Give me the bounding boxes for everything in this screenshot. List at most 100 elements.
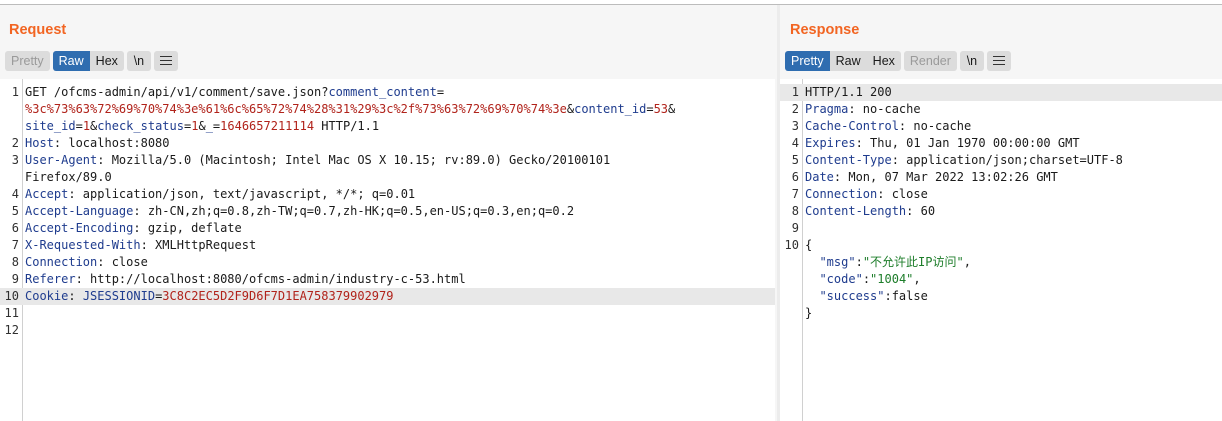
line-text: Expires: Thu, 01 Jan 1970 00:00:00 GMT bbox=[805, 135, 1080, 152]
line-number: 8 bbox=[791, 204, 799, 218]
line-number: 1 bbox=[11, 85, 19, 99]
token-key: "code" bbox=[819, 272, 863, 286]
line-text: Content-Type: application/json;charset=U… bbox=[805, 152, 1123, 169]
code-line: 10 Cookie: JSESSIONID=3C8C2EC5D2F9D6F7D1E… bbox=[0, 288, 775, 305]
line-number: 12 bbox=[4, 323, 19, 337]
line-text: %3c%73%63%72%69%70%74%3e%61%6c%65%72%74%… bbox=[25, 101, 675, 118]
token-text: : close bbox=[97, 255, 148, 269]
code-line: 10 { bbox=[780, 237, 1222, 254]
code-line: "msg":"不允许此IP访问", bbox=[780, 254, 1222, 271]
token-string: "1004" bbox=[870, 272, 914, 286]
line-text: "msg":"不允许此IP访问", bbox=[805, 254, 971, 271]
code-line: 7 X-Requested-With: XMLHttpRequest bbox=[0, 237, 775, 254]
code-line: "code":"1004", bbox=[780, 271, 1222, 288]
request-menu-button[interactable] bbox=[153, 51, 178, 71]
code-line: 1 GET /ofcms-admin/api/v1/comment/save.js… bbox=[0, 84, 775, 101]
line-number: 9 bbox=[791, 221, 799, 235]
line-text: Accept-Encoding: gzip, deflate bbox=[25, 220, 242, 237]
token-text: : application/json, text/javascript, */*… bbox=[68, 187, 416, 201]
line-text: Connection: close bbox=[805, 186, 928, 203]
code-line: 12 bbox=[0, 322, 775, 339]
line-text: Pragma: no-cache bbox=[805, 101, 921, 118]
code-line: 2 Host: localhost:8080 bbox=[0, 135, 775, 152]
line-text: HTTP/1.1 200 bbox=[805, 84, 892, 101]
code-line: 2 Pragma: no-cache bbox=[780, 101, 1222, 118]
code-line: 5 Accept-Language: zh-CN,zh;q=0.8,zh-TW;q… bbox=[0, 203, 775, 220]
token-text: = bbox=[646, 102, 654, 116]
line-number: 7 bbox=[11, 238, 19, 252]
request-raw-button[interactable]: Raw bbox=[52, 51, 90, 71]
token-key: "success" bbox=[819, 289, 885, 303]
line-number: 1 bbox=[791, 85, 799, 99]
response-menu-button[interactable] bbox=[986, 51, 1011, 71]
code-line: Firefox/89.0 bbox=[0, 169, 775, 186]
token-text: : application/json;charset=UTF-8 bbox=[891, 153, 1123, 167]
token-text: } bbox=[805, 306, 813, 320]
response-hex-button[interactable]: Hex bbox=[866, 51, 901, 71]
token-text: : Mozilla/5.0 (Macintosh; Intel Mac OS X… bbox=[97, 153, 611, 167]
code-line: %3c%73%63%72%69%70%74%3e%61%6c%65%72%74%… bbox=[0, 101, 775, 118]
request-hex-button[interactable]: Hex bbox=[89, 51, 124, 71]
response-newline-button[interactable]: \n bbox=[959, 51, 984, 71]
line-number: 2 bbox=[11, 136, 19, 150]
request-editor[interactable]: 1 GET /ofcms-admin/api/v1/comment/save.js… bbox=[0, 79, 775, 421]
token-text: { bbox=[805, 238, 813, 252]
line-number: 3 bbox=[11, 153, 19, 167]
token-key: Accept-Language bbox=[25, 204, 134, 218]
token-text: , bbox=[963, 255, 971, 269]
token-key: check_status bbox=[97, 119, 184, 133]
token-key: Connection bbox=[805, 187, 878, 201]
line-number: 8 bbox=[11, 255, 19, 269]
token-value: 1646657211114 bbox=[220, 119, 315, 133]
line-text: Referer: http://localhost:8080/ofcms-adm… bbox=[25, 271, 466, 288]
response-editor[interactable]: 1 HTTP/1.1 200 2 Pragma: no-cache 3 Cache-Con… bbox=[780, 79, 1222, 421]
line-number: 10 bbox=[784, 238, 799, 252]
line-text: X-Requested-With: XMLHttpRequest bbox=[25, 237, 256, 254]
token-key: Date bbox=[805, 170, 834, 184]
token-text: : XMLHttpRequest bbox=[140, 238, 257, 252]
line-text: Accept: application/json, text/javascrip… bbox=[25, 186, 415, 203]
token-text: : localhost:8080 bbox=[53, 136, 170, 150]
code-line: 7 Connection: close bbox=[780, 186, 1222, 203]
code-line: "success":false bbox=[780, 288, 1222, 305]
request-pretty-button[interactable]: Pretty bbox=[5, 51, 50, 71]
token-text: : zh-CN,zh;q=0.8,zh-TW;q=0.7,zh-HK;q=0.5… bbox=[133, 204, 575, 218]
token-key: Connection bbox=[25, 255, 98, 269]
line-number: 4 bbox=[11, 187, 19, 201]
token-text: HTTP/1.1 bbox=[314, 119, 380, 133]
line-number: 9 bbox=[11, 272, 19, 286]
request-newline-button[interactable]: \n bbox=[126, 51, 151, 71]
token-text: HTTP/1.1 200 bbox=[805, 85, 892, 99]
code-line: 3 User-Agent: Mozilla/5.0 (Macintosh; Int… bbox=[0, 152, 775, 169]
token-key: JSESSIONID bbox=[82, 289, 156, 303]
response-raw-button[interactable]: Raw bbox=[829, 51, 867, 71]
response-render-button[interactable]: Render bbox=[903, 51, 957, 71]
response-toolbar: Pretty Raw Hex Render \n bbox=[785, 51, 1011, 71]
token-key: content_id bbox=[574, 102, 647, 116]
line-text: Host: localhost:8080 bbox=[25, 135, 170, 152]
line-text: Cache-Control: no-cache bbox=[805, 118, 971, 135]
token-key: Expires bbox=[805, 136, 856, 150]
token-text: : gzip, deflate bbox=[133, 221, 242, 235]
response-panel: Response Pretty Raw Hex Render \n 1 HTTP/… bbox=[780, 5, 1222, 421]
code-line: site_id=1&check_status=1&_=1646657211114… bbox=[0, 118, 775, 135]
token-key: "msg" bbox=[819, 255, 856, 269]
line-number: 5 bbox=[791, 153, 799, 167]
line-number: 3 bbox=[791, 119, 799, 133]
token-text: : Thu, 01 Jan 1970 00:00:00 GMT bbox=[855, 136, 1080, 150]
line-text: Connection: close bbox=[25, 254, 148, 271]
code-line: } bbox=[780, 305, 1222, 322]
code-line: 9 Referer: http://localhost:8080/ofcms-ad… bbox=[0, 271, 775, 288]
token-text: : bbox=[68, 289, 83, 303]
token-key: Referer bbox=[25, 272, 76, 286]
line-text: site_id=1&check_status=1&_=1646657211114… bbox=[25, 118, 379, 135]
token-text: = bbox=[436, 85, 445, 99]
line-number: 5 bbox=[11, 204, 19, 218]
token-key: Accept-Encoding bbox=[25, 221, 134, 235]
token-text: : http://localhost:8080/ofcms-admin/indu… bbox=[75, 272, 466, 286]
token-key: site_id bbox=[25, 119, 76, 133]
line-text: Content-Length: 60 bbox=[805, 203, 935, 220]
response-pretty-button[interactable]: Pretty bbox=[785, 51, 830, 71]
token-text: GET /ofcms-admin/api/v1/comment/save.jso… bbox=[25, 85, 329, 99]
